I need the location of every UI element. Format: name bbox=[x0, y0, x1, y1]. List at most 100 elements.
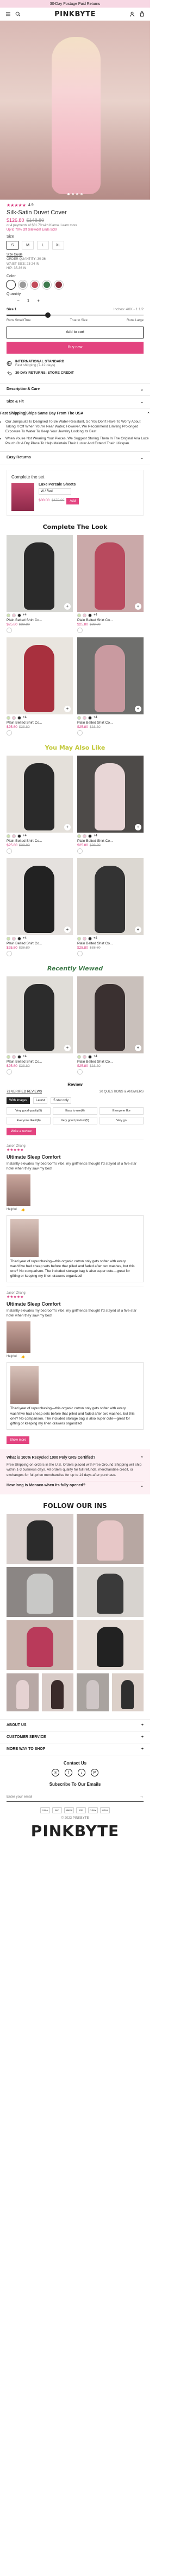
product-card[interactable]: + +4 Plain Belted Shirt Co... $25.80 $38.80 bbox=[7, 755, 73, 854]
instagram-post[interactable] bbox=[7, 1514, 73, 1564]
decrement-button[interactable]: − bbox=[17, 298, 20, 303]
tab-reviews[interactable]: 73 VERIFIED REVIEWS bbox=[7, 1090, 42, 1094]
quick-add-icon[interactable]: + bbox=[135, 705, 141, 712]
quick-add-icon[interactable]: + bbox=[64, 823, 71, 830]
instagram-post[interactable] bbox=[77, 1620, 144, 1671]
image-pager[interactable] bbox=[0, 193, 150, 195]
card-swatch[interactable] bbox=[77, 715, 81, 720]
card-swatch[interactable] bbox=[77, 613, 81, 617]
pager-dot[interactable] bbox=[72, 193, 74, 195]
helpful-button[interactable]: Helpful bbox=[7, 1355, 17, 1359]
product-card[interactable]: + +4 Plain Belted Shirt Co... $25.80 $38.80 bbox=[77, 858, 144, 956]
product-name[interactable]: Plain Belted Shirt Co... bbox=[77, 721, 144, 725]
card-swatch[interactable] bbox=[88, 613, 92, 617]
instagram-post[interactable] bbox=[41, 1673, 73, 1712]
cart-icon[interactable] bbox=[139, 11, 145, 17]
increment-button[interactable]: + bbox=[37, 298, 40, 303]
menu-icon[interactable] bbox=[5, 11, 11, 17]
review-photo[interactable] bbox=[7, 1321, 30, 1353]
product-hero-image[interactable] bbox=[0, 21, 150, 200]
product-image[interactable]: + bbox=[77, 637, 144, 714]
product-card[interactable]: + +4 Plain Belted Shirt Co... $25.80 $38.80 bbox=[77, 534, 144, 633]
product-name[interactable]: Plain Belted Shirt Co... bbox=[7, 942, 73, 945]
product-name[interactable]: Plain Belted Shirt Co... bbox=[77, 1060, 144, 1064]
heart-icon[interactable] bbox=[77, 848, 83, 854]
product-name[interactable]: Plain Belted Shirt Co... bbox=[7, 839, 73, 843]
heart-icon[interactable] bbox=[7, 730, 12, 736]
filter-5-star[interactable]: 5 star only bbox=[51, 1097, 72, 1104]
tiktok-icon[interactable]: ♪ bbox=[78, 1769, 85, 1777]
quote-image[interactable] bbox=[10, 1366, 39, 1404]
instagram-icon[interactable]: ◎ bbox=[52, 1769, 59, 1777]
color-swatch[interactable] bbox=[30, 280, 39, 289]
card-swatch[interactable] bbox=[83, 834, 86, 838]
heart-icon[interactable] bbox=[7, 627, 12, 633]
product-name[interactable]: Plain Belted Shirt Co... bbox=[7, 721, 73, 725]
more-colors[interactable]: +4 bbox=[23, 716, 27, 719]
more-colors[interactable]: +4 bbox=[23, 613, 27, 617]
color-swatch[interactable] bbox=[18, 280, 27, 289]
complete-set-item[interactable]: Luxe Percale Sheets W / Red $80.00 $179.… bbox=[11, 482, 139, 511]
helpful-button[interactable]: Helpful bbox=[7, 1208, 17, 1212]
card-swatch[interactable] bbox=[77, 936, 81, 941]
color-swatch[interactable] bbox=[7, 280, 15, 289]
product-image[interactable]: + bbox=[7, 858, 73, 935]
more-colors[interactable]: +4 bbox=[23, 834, 27, 838]
heart-icon[interactable] bbox=[7, 950, 12, 956]
description-accordion[interactable]: Description& Care ⌄ bbox=[7, 383, 144, 395]
card-swatch[interactable] bbox=[83, 613, 86, 617]
faq-question[interactable]: How long is Monaco when its fully opened… bbox=[7, 1481, 144, 1490]
size-option-xl[interactable]: XL bbox=[52, 241, 64, 250]
review-tag[interactable]: Very good product(5) bbox=[53, 1116, 97, 1124]
more-colors[interactable]: +4 bbox=[23, 937, 27, 940]
faq-question[interactable]: What is 100% Recycled 1000 Poly GRS Cert… bbox=[7, 1454, 144, 1462]
write-review-button[interactable]: Write a review bbox=[7, 1127, 36, 1135]
shipping-accordion[interactable]: Fast Shipping|Ships Same Day From The US… bbox=[0, 412, 150, 416]
footer-about[interactable]: ABOUT US + bbox=[0, 1720, 150, 1732]
pager-dot[interactable] bbox=[67, 193, 70, 195]
search-icon[interactable] bbox=[15, 11, 21, 17]
heart-icon[interactable] bbox=[77, 1069, 83, 1075]
product-image[interactable]: + bbox=[7, 534, 73, 612]
filter-latest[interactable]: Latest bbox=[33, 1097, 48, 1104]
product-image[interactable]: + bbox=[7, 637, 73, 714]
heart-icon[interactable] bbox=[7, 848, 12, 854]
card-swatch[interactable] bbox=[77, 834, 81, 838]
card-swatch[interactable] bbox=[88, 715, 92, 720]
size-option-l[interactable]: L bbox=[37, 241, 49, 250]
product-name[interactable]: Plain Belted Shirt Co... bbox=[77, 618, 144, 622]
footer-service[interactable]: CUSTOMER SERVICE + bbox=[0, 1731, 150, 1744]
product-card[interactable]: + +4 Plain Belted Shirt Co... $25.80 $38.80 bbox=[77, 637, 144, 736]
card-swatch[interactable] bbox=[7, 834, 10, 838]
pinterest-icon[interactable]: P bbox=[91, 1769, 98, 1777]
thumbs-up-icon[interactable]: 👍 bbox=[21, 1355, 25, 1359]
instagram-post[interactable] bbox=[77, 1514, 144, 1564]
card-swatch[interactable] bbox=[17, 1054, 21, 1059]
more-colors[interactable]: +4 bbox=[23, 1055, 27, 1058]
fit-slider-knob[interactable] bbox=[45, 312, 51, 318]
show-more-button[interactable]: Show more bbox=[7, 1436, 30, 1444]
instagram-post[interactable] bbox=[77, 1673, 109, 1712]
quick-add-icon[interactable]: + bbox=[135, 1044, 141, 1051]
quick-add-icon[interactable]: + bbox=[64, 603, 71, 610]
product-name[interactable]: Plain Belted Shirt Co... bbox=[77, 839, 144, 843]
more-colors[interactable]: +4 bbox=[94, 1055, 97, 1058]
card-swatch[interactable] bbox=[7, 936, 10, 941]
review-tag[interactable]: Very good quality(5) bbox=[7, 1107, 51, 1115]
heart-icon[interactable] bbox=[77, 627, 83, 633]
email-field[interactable] bbox=[7, 1795, 140, 1799]
card-swatch[interactable] bbox=[7, 1054, 10, 1059]
instagram-post[interactable] bbox=[7, 1673, 39, 1712]
heart-icon[interactable] bbox=[77, 950, 83, 956]
product-image[interactable]: + bbox=[77, 858, 144, 935]
card-swatch[interactable] bbox=[83, 1054, 86, 1059]
footer-more[interactable]: MORE WAY TO SHOP + bbox=[0, 1743, 150, 1756]
instagram-post[interactable] bbox=[7, 1567, 73, 1618]
pager-dot[interactable] bbox=[76, 193, 78, 195]
review-tag[interactable]: Everyone like it(6) bbox=[7, 1116, 51, 1124]
instagram-post[interactable] bbox=[111, 1673, 144, 1712]
product-image[interactable]: + bbox=[77, 534, 144, 612]
card-swatch[interactable] bbox=[88, 834, 92, 838]
card-swatch[interactable] bbox=[12, 613, 16, 617]
complete-set-thumb[interactable] bbox=[11, 482, 34, 511]
